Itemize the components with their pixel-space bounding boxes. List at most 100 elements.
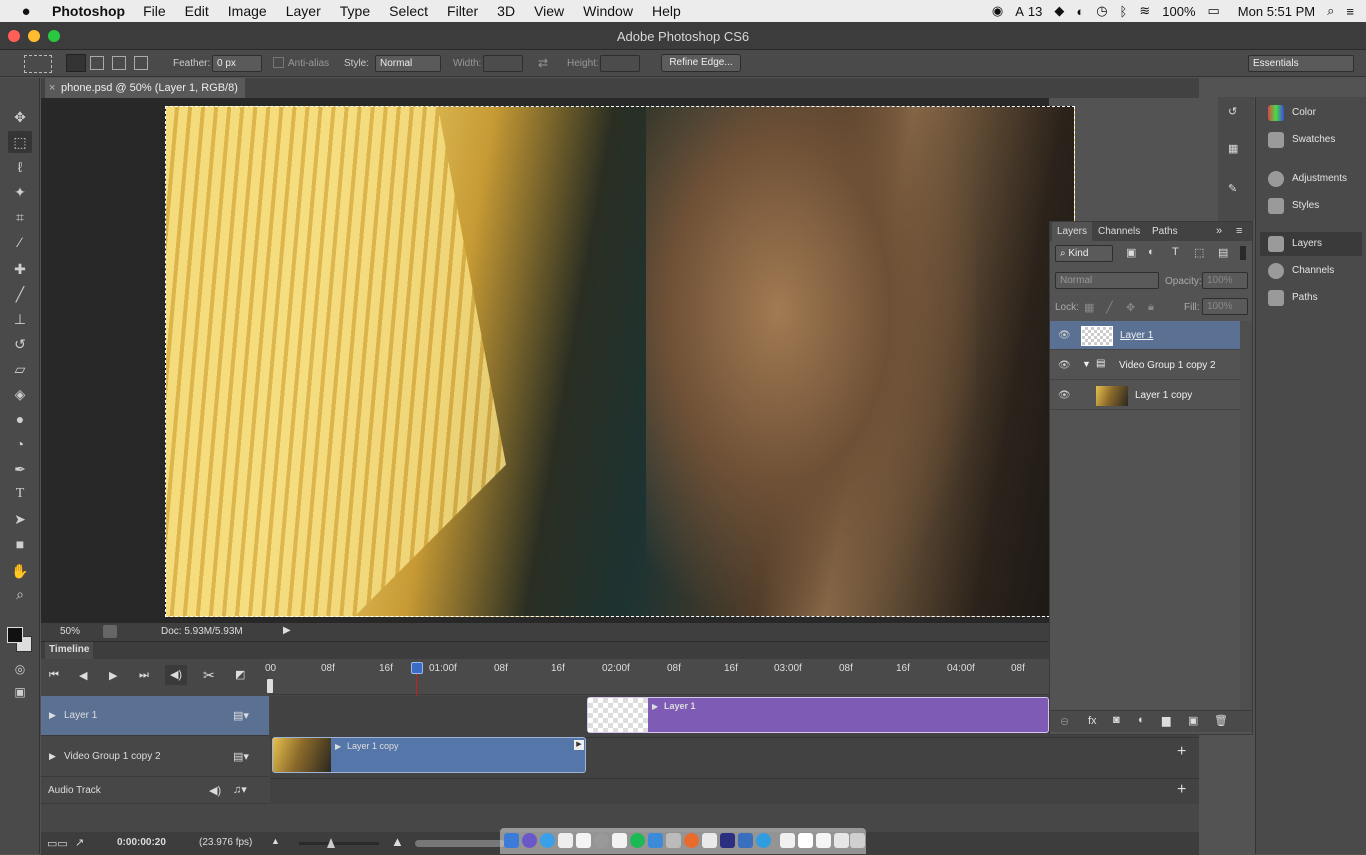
filter-type-icon[interactable]: T [1172, 246, 1179, 258]
wifi-icon[interactable]: ≋ [1139, 3, 1150, 19]
filter-kind-select[interactable]: ⌕ Kind [1055, 245, 1113, 262]
layer-name[interactable]: Layer 1 [1120, 330, 1153, 341]
filter-smart-object-icon[interactable]: ▤ [1218, 246, 1228, 259]
menu-select[interactable]: Select [389, 3, 428, 19]
panel-menu-icon[interactable]: ≡ [1236, 225, 1242, 237]
subtract-selection-icon[interactable] [112, 56, 126, 70]
system-prefs-icon[interactable] [594, 833, 609, 848]
speaker-icon[interactable]: ◀) [209, 784, 221, 797]
filter-adjustment-icon[interactable]: ◐ [1148, 246, 1155, 258]
properties-panel-icon[interactable]: ▦ [1228, 142, 1238, 155]
downloads-icon[interactable] [798, 833, 813, 848]
layers-scrollbar[interactable] [1240, 321, 1252, 713]
lasso-tool-icon[interactable]: ℓ [8, 156, 32, 178]
menu-view[interactable]: View [534, 3, 564, 19]
dock-layers[interactable]: Layers [1260, 232, 1362, 256]
audio-mute-icon[interactable]: ◀) [165, 665, 187, 685]
magic-wand-icon[interactable]: ✦ [8, 181, 32, 203]
rectangle-tool-icon[interactable]: ■ [8, 533, 32, 555]
firefox-icon[interactable] [684, 833, 699, 848]
add-mask-icon[interactable]: ◙ [1113, 714, 1120, 726]
close-tab-icon[interactable]: × [49, 78, 55, 98]
track-header-group[interactable]: ▶ Video Group 1 copy 2 ▤▾ [41, 737, 269, 777]
workspace-select[interactable]: Essentials [1248, 55, 1354, 72]
notification-center-icon[interactable]: ≡ [1346, 4, 1354, 19]
mail-icon[interactable] [666, 833, 681, 848]
layer-row-video-group[interactable]: 👁︎ ▼ ▤ Video Group 1 copy 2 [1050, 351, 1240, 380]
add-audio-icon[interactable]: + [1177, 781, 1186, 799]
time-machine-icon[interactable]: ◷ [1096, 3, 1107, 19]
launchpad-icon[interactable] [522, 833, 537, 848]
quick-mask-icon[interactable]: ◎ [8, 658, 32, 680]
prev-frame-icon[interactable]: ◀ [79, 669, 87, 682]
lock-image-icon[interactable]: ╱ [1106, 301, 1113, 314]
blur-tool-icon[interactable]: ● [8, 408, 32, 430]
clip-layer1[interactable]: ▶ Layer 1 [587, 697, 1049, 733]
clip-expand-icon[interactable]: ▶ [652, 702, 658, 711]
apple-icon[interactable]: ● [0, 3, 52, 20]
antialias-checkbox[interactable] [273, 57, 284, 68]
word-icon[interactable] [738, 833, 753, 848]
collapse-panel-icon[interactable]: » [1216, 225, 1222, 237]
clip-layer1-copy[interactable]: ▶ Layer 1 copy ▶ [272, 737, 586, 773]
group-expand-icon[interactable]: ▼ [1082, 359, 1091, 369]
zoom-out-mountain-icon[interactable]: ▲ [271, 836, 280, 846]
add-media-icon[interactable]: + [1177, 743, 1186, 761]
add-selection-icon[interactable] [90, 56, 104, 70]
brush-tool-icon[interactable]: ╱ [8, 283, 32, 305]
dock-adjustments[interactable]: Adjustments [1260, 167, 1362, 191]
new-adjustment-icon[interactable]: ◐ [1138, 714, 1145, 726]
menu-filter[interactable]: Filter [447, 3, 478, 19]
photoshop-dock-icon[interactable] [720, 833, 735, 848]
menu-edit[interactable]: Edit [185, 3, 209, 19]
timeline-title[interactable]: Timeline [45, 642, 94, 659]
menu-file[interactable]: File [143, 3, 166, 19]
playhead-handle[interactable] [411, 662, 423, 674]
brush-panel-icon[interactable]: ✎ [1228, 182, 1237, 195]
visibility-eye-icon[interactable]: 👁︎ [1058, 390, 1071, 401]
spotify-icon[interactable] [630, 833, 645, 848]
crop-tool-icon[interactable]: ⌗ [8, 206, 32, 228]
status-export-icon[interactable] [103, 625, 117, 638]
hand-tool-icon[interactable]: ✋ [8, 560, 32, 582]
dodge-tool-icon[interactable]: ◔ [8, 433, 32, 455]
film-icon[interactable]: ▤▾ [233, 709, 249, 722]
clock[interactable]: Mon 5:51 PM [1238, 4, 1315, 19]
move-tool-icon[interactable]: ✥ [8, 106, 32, 128]
play-icon[interactable]: ▶ [109, 669, 117, 682]
status-menu-arrow-icon[interactable]: ▶ [283, 625, 291, 636]
timeline-scrollbar[interactable] [415, 840, 505, 847]
timeline-zoom-slider[interactable] [299, 842, 379, 845]
layer-name[interactable]: Video Group 1 copy 2 [1119, 360, 1216, 371]
foreground-color-swatch[interactable] [7, 627, 23, 643]
doc-stack-icon[interactable] [780, 833, 795, 848]
paint-bucket-icon[interactable]: ◈ [8, 383, 32, 405]
adobe-icon[interactable]: A [1015, 4, 1024, 19]
link-layers-icon[interactable]: ⊖ [1060, 715, 1069, 728]
layer-row-layer1-copy[interactable]: 👁︎ Layer 1 copy [1050, 381, 1240, 410]
track-header-layer1[interactable]: ▶ Layer 1 ▤▾ [41, 696, 269, 736]
tab-layers[interactable]: Layers [1052, 222, 1093, 241]
style-select[interactable]: Normal [375, 55, 441, 72]
marquee-preset-icon[interactable] [24, 55, 52, 73]
dock-paths[interactable]: Paths [1260, 286, 1362, 310]
eraser-tool-icon[interactable]: ▱ [8, 358, 32, 380]
zoom-level[interactable]: 50% [60, 626, 80, 637]
new-layer-icon[interactable]: ▣ [1188, 714, 1198, 727]
marquee-tool-icon[interactable]: ⬚ [8, 131, 32, 153]
menu-app-name[interactable]: Photoshop [52, 3, 125, 19]
refine-edge-button[interactable]: Refine Edge... [661, 54, 741, 72]
pen-tool-icon[interactable]: ✒ [8, 458, 32, 480]
opacity-input[interactable]: 100% [1202, 272, 1248, 289]
menu-type[interactable]: Type [340, 3, 370, 19]
document-image[interactable] [165, 106, 1075, 617]
sync-icon[interactable]: ◐ [1076, 4, 1084, 19]
dock-channels[interactable]: Channels [1260, 259, 1362, 283]
textedit-icon[interactable] [702, 833, 717, 848]
visibility-eye-icon[interactable]: 👁︎ [1058, 360, 1071, 371]
track-header-audio[interactable]: Audio Track ◀) ♫▾ [41, 778, 269, 804]
new-group-icon[interactable]: ▆ [1162, 714, 1170, 727]
lock-transparent-icon[interactable]: ▦ [1084, 301, 1094, 314]
expand-triangle-icon[interactable]: ▶ [49, 710, 56, 721]
path-select-icon[interactable]: ➤ [8, 508, 32, 530]
